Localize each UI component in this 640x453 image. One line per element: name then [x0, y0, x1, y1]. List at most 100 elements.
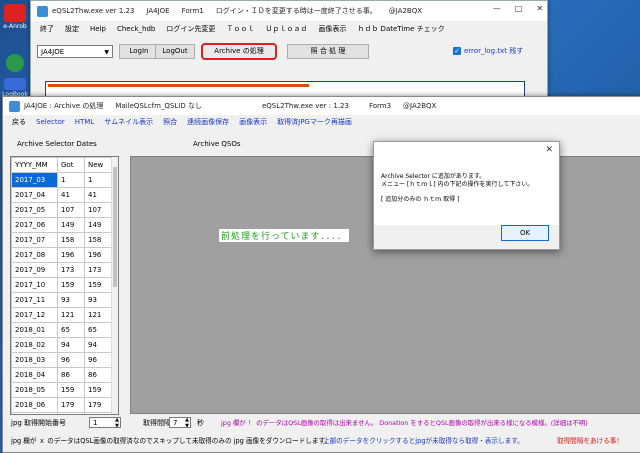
table-row[interactable]: 2018_039696	[12, 353, 112, 368]
table-row[interactable]: 2018_05159159	[12, 383, 112, 398]
cell-new: 86	[85, 368, 112, 383]
cell-new: 196	[85, 248, 112, 263]
cell-yyyy-mm: 2017_06	[12, 218, 58, 233]
table-row[interactable]: 2017_08196196	[12, 248, 112, 263]
form3-title-exe: eQSL2Thw.exe ver : 1.23	[262, 102, 349, 110]
interval-warning: 取得間隔をあける事！	[557, 435, 623, 445]
form1-titlebar[interactable]: eQSL2Thw.exe ver 1.23 JA4JOE Form1 ログイン・…	[31, 1, 547, 21]
menu-tool[interactable]: Ｔｏｏｌ	[226, 24, 254, 34]
form3-title-author: @JA2BQX	[403, 102, 436, 110]
cell-got: 159	[58, 278, 85, 293]
cell-new: 65	[85, 323, 112, 338]
table-row[interactable]: 2018_016565	[12, 323, 112, 338]
menu-change-login[interactable]: ログイン先変更	[166, 24, 215, 34]
login-combo[interactable]: JA4JOE ▼	[37, 45, 113, 58]
cell-new: 93	[85, 293, 112, 308]
cell-new: 159	[85, 383, 112, 398]
ok-button[interactable]: OK	[501, 225, 549, 241]
table-row[interactable]: 2017_10159159	[12, 278, 112, 293]
menu-html[interactable]: HTML	[75, 118, 94, 126]
cell-new: 159	[85, 278, 112, 293]
dialog-titlebar[interactable]: ✕	[374, 142, 559, 160]
menu-exit[interactable]: 終了	[40, 24, 54, 34]
table-row[interactable]: 2018_029494	[12, 338, 112, 353]
desktop-icon-acrobat[interactable]: e-Anrob	[0, 4, 30, 30]
menu-upload[interactable]: Ｕｐｌｏａｄ	[265, 24, 307, 34]
close-icon[interactable]: ✕	[536, 4, 543, 13]
cell-yyyy-mm: 2018_04	[12, 368, 58, 383]
cell-yyyy-mm: 2018_07	[12, 413, 58, 416]
maximize-icon[interactable]: □	[515, 4, 523, 13]
cell-yyyy-mm: 2018_01	[12, 323, 58, 338]
jpg-start-spinner[interactable]: 1 ▲▼	[89, 417, 121, 428]
spinner-arrows-icon[interactable]: ▲▼	[115, 417, 119, 429]
donation-note: jpg 欄が ！ のデータはQSL画像の取得は出来ません。 Donation を…	[221, 418, 588, 427]
cell-got: 222	[58, 413, 85, 416]
cell-new: 158	[85, 233, 112, 248]
menu-match[interactable]: 照合	[163, 117, 177, 127]
cell-got: 158	[58, 233, 85, 248]
table-row[interactable]: 2017_12121121	[12, 308, 112, 323]
table-row[interactable]: 2017_0311	[12, 173, 112, 188]
table-row[interactable]: 2018_07222222	[12, 413, 112, 416]
error-log-checkbox[interactable]: ✓ error_log.txt 残す	[453, 46, 523, 56]
cell-got: 196	[58, 248, 85, 263]
close-icon[interactable]: ✕	[545, 145, 553, 155]
preprocessing-status: 前処理を行っています．．．．	[219, 229, 349, 242]
app-icon	[37, 6, 48, 17]
table-row[interactable]: 2017_119393	[12, 293, 112, 308]
table-row[interactable]: 2017_09173173	[12, 263, 112, 278]
table-row[interactable]: 2017_05107107	[12, 203, 112, 218]
spinner-arrows-icon[interactable]: ▲▼	[185, 417, 189, 429]
desktop-icon-globe[interactable]	[0, 54, 30, 73]
table-row[interactable]: 2017_07158158	[12, 233, 112, 248]
interval-spinner[interactable]: 7 ▲▼	[169, 417, 191, 428]
menu-image-view[interactable]: 画像表示	[239, 117, 267, 127]
login-button[interactable]: LogIn	[119, 44, 159, 59]
cell-new: 94	[85, 338, 112, 353]
archive-selector-list[interactable]: YYYY_MM Got New 2017_03112017_0441412017…	[10, 156, 119, 415]
cell-got: 96	[58, 353, 85, 368]
cell-yyyy-mm: 2017_10	[12, 278, 58, 293]
scrollbar-thumb[interactable]	[113, 167, 117, 287]
cell-got: 121	[58, 308, 85, 323]
minimize-icon[interactable]: —	[493, 4, 501, 13]
column-header: New	[85, 158, 112, 173]
table-row[interactable]: 2018_06179179	[12, 398, 112, 413]
form1-window: eQSL2Thw.exe ver 1.23 JA4JOE Form1 ログイン・…	[30, 0, 548, 100]
cell-got: 173	[58, 263, 85, 278]
logbook-icon	[4, 78, 26, 90]
list-scrollbar[interactable]	[111, 157, 118, 414]
menu-selector[interactable]: Selector	[36, 118, 65, 126]
menu-redraw-jpg[interactable]: 取得済JPGマーク再描画	[277, 117, 352, 127]
logout-button[interactable]: LogOut	[155, 44, 195, 59]
form1-title-call: JA4JOE	[146, 7, 169, 15]
menu-check-hdb[interactable]: Check_hdb	[117, 25, 155, 33]
column-header: YYYY_MM	[12, 158, 58, 173]
message-dialog: ✕ Archive Selector に追加があります。 メニュー [ｈｔｍｌ]…	[373, 141, 560, 250]
cell-yyyy-mm: 2017_08	[12, 248, 58, 263]
menu-batch-save[interactable]: 連続画像保存	[187, 117, 229, 127]
form3-titlebar[interactable]: JA4JOE : Archive の処理 MaileQSLcfm_QSLID な…	[3, 97, 640, 115]
form1-toolbar: JA4JOE ▼ LogIn LogOut Archive の処理 照 合 処 …	[31, 43, 547, 63]
form3-title-archive: JA4JOE : Archive の処理	[24, 101, 103, 111]
desktop-icon-logbook[interactable]: LogBook	[0, 78, 30, 98]
menu-thumbnail[interactable]: サムネイル表示	[104, 117, 153, 127]
menu-back[interactable]: 戻る	[12, 117, 26, 127]
cell-new: 179	[85, 398, 112, 413]
cell-got: 41	[58, 188, 85, 203]
cell-new: 96	[85, 353, 112, 368]
form3-title-qslid: MaileQSLcfm_QSLID なし	[115, 101, 202, 111]
table-row[interactable]: 2017_044141	[12, 188, 112, 203]
archive-process-button[interactable]: Archive の処理	[201, 43, 277, 60]
match-process-button[interactable]: 照 合 処 理	[287, 44, 369, 59]
cell-new: 107	[85, 203, 112, 218]
cell-got: 86	[58, 368, 85, 383]
table-row[interactable]: 2017_06149149	[12, 218, 112, 233]
table-row[interactable]: 2018_048686	[12, 368, 112, 383]
menu-hdb-datetime[interactable]: ｈｄｂ DateTime チェック	[357, 24, 444, 34]
menu-help[interactable]: Help	[90, 25, 106, 33]
menu-image-view[interactable]: 画像表示	[318, 24, 346, 34]
menu-settings[interactable]: 設定	[65, 24, 79, 34]
login-combo-value: JA4JOE	[41, 48, 64, 56]
